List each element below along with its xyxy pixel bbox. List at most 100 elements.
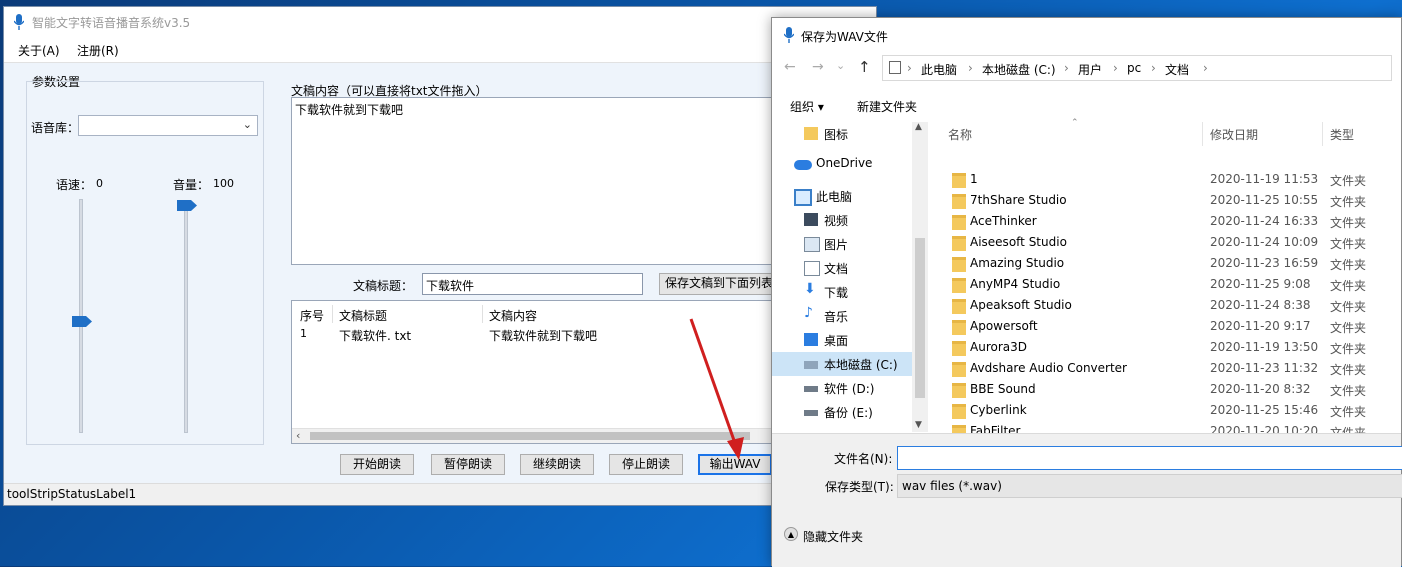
pause-read-button[interactable]: 暂停朗读 (431, 454, 505, 475)
dialog-title-bar[interactable]: 保存为WAV文件 (772, 18, 1401, 52)
stop-read-button[interactable]: 停止朗读 (609, 454, 683, 475)
breadcrumb-disk-c[interactable]: 本地磁盘 (C:) (982, 61, 1056, 78)
forward-arrow-icon[interactable]: → (812, 59, 824, 75)
list-item[interactable]: AnyMP4 Studio 2020-11-25 9:08 文件夹 (930, 274, 1402, 295)
breadcrumb-pc[interactable]: pc (1127, 61, 1141, 75)
resume-read-button[interactable]: 继续朗读 (520, 454, 594, 475)
doc-title-input[interactable]: 下载软件 (422, 273, 643, 295)
list-item[interactable]: Aurora3D 2020-11-19 13:50 文件夹 (930, 337, 1402, 358)
list-item[interactable]: Amazing Studio 2020-11-23 16:59 文件夹 (930, 253, 1402, 274)
list-item[interactable]: Avdshare Audio Converter 2020-11-23 11:32… (930, 358, 1402, 379)
file-name: Apeaksoft Studio (970, 298, 1072, 312)
nav-item-label: 桌面 (824, 334, 849, 348)
document-icon (804, 261, 820, 276)
col-header-type[interactable]: 类型 (1330, 126, 1354, 143)
folder-icon (952, 383, 966, 398)
voice-combo[interactable]: ⌄ (78, 115, 258, 136)
col-header-title[interactable]: 文稿标题 (339, 307, 387, 324)
organize-button[interactable]: 组织 ▾ (790, 98, 824, 115)
nav-item-documents[interactable]: 文档 (772, 256, 912, 280)
nav-item-downloads[interactable]: ⬇ 下载 (772, 280, 912, 304)
list-item[interactable]: BBE Sound 2020-11-20 8:32 文件夹 (930, 379, 1402, 400)
drive-icon (804, 410, 818, 416)
computer-icon (889, 61, 901, 74)
navigation-pane: 图标 OneDrive 此电脑 视频 图片 文档 ⬇ 下载 ♪ 音乐 桌面 本地磁盘… (772, 122, 928, 432)
list-item[interactable]: 1 2020-11-19 11:53 文件夹 (930, 169, 1402, 190)
new-folder-button[interactable]: 新建文件夹 (857, 98, 917, 115)
file-name: Aiseesoft Studio (970, 235, 1067, 249)
scroll-down-icon[interactable]: ▼ (915, 420, 922, 430)
breadcrumb-this-pc[interactable]: 此电脑 (921, 61, 957, 78)
table-row[interactable]: 1 下载软件. txt 下载软件就到下载吧 (292, 325, 780, 343)
folder-icon (952, 299, 966, 314)
filetype-select[interactable]: wav files (*.wav) (897, 474, 1402, 498)
drive-icon (804, 361, 818, 369)
nav-scrollbar[interactable]: ▲ ▼ (912, 122, 928, 432)
folder-icon (952, 404, 966, 419)
nav-item-label: 本地磁盘 (C:) (824, 358, 898, 372)
volume-slider-track[interactable] (184, 203, 188, 433)
nav-item-pictures[interactable]: 图片 (772, 232, 912, 256)
nav-item-onedrive[interactable]: OneDrive (772, 152, 912, 176)
file-type: 文件夹 (1330, 363, 1367, 377)
nav-item-music[interactable]: ♪ 音乐 (772, 304, 912, 328)
file-list: ⌃ 名称 修改日期 类型 1 2020-11-19 11:53 文件夹 7thShar… (930, 118, 1402, 433)
content-textarea[interactable]: 下载软件就到下载吧 (291, 97, 781, 265)
doc-list[interactable]: 序号 文稿标题 文稿内容 1 下载软件. txt 下载软件就到下载吧 ‹ (291, 300, 781, 444)
start-read-button[interactable]: 开始朗读 (340, 454, 414, 475)
menu-register[interactable]: 注册(R) (77, 42, 119, 59)
export-wav-button[interactable]: 输出WAV (698, 454, 772, 475)
breadcrumb-separator-icon: › (968, 61, 973, 75)
video-icon (804, 213, 818, 226)
file-name: AnyMP4 Studio (970, 277, 1061, 291)
menu-about[interactable]: 关于(A) (18, 42, 60, 59)
volume-value: 100 (213, 177, 234, 190)
breadcrumb-users[interactable]: 用户 (1078, 61, 1102, 78)
chevron-up-icon[interactable]: ▲ (784, 527, 798, 541)
file-date: 2020-11-23 16:59 (1210, 256, 1319, 270)
nav-item-disk-e[interactable]: 备份 (E:) (772, 400, 912, 424)
list-item[interactable]: Apeaksoft Studio 2020-11-24 8:38 文件夹 (930, 295, 1402, 316)
file-type: 文件夹 (1330, 384, 1367, 398)
file-type: 文件夹 (1330, 405, 1367, 419)
col-header-index[interactable]: 序号 (300, 307, 324, 324)
nav-item-icons[interactable]: 图标 (772, 122, 912, 146)
horizontal-scrollbar[interactable]: ‹ (292, 428, 780, 443)
scroll-left-icon[interactable]: ‹ (296, 429, 300, 442)
address-bar[interactable]: › 此电脑 › 本地磁盘 (C:) › 用户 › pc › 文档 › (882, 55, 1392, 81)
recent-chevron-icon[interactable]: ⌄ (836, 59, 845, 72)
back-arrow-icon[interactable]: ← (784, 59, 796, 75)
nav-item-label: 软件 (D:) (824, 382, 875, 396)
col-header-date[interactable]: 修改日期 (1210, 126, 1258, 143)
nav-item-label: 文档 (824, 262, 849, 276)
file-name: 7thShare Studio (970, 193, 1067, 207)
doc-title-value: 下载软件 (426, 279, 475, 293)
nav-item-disk-d[interactable]: 软件 (D:) (772, 376, 912, 400)
list-item[interactable]: AceThinker 2020-11-24 16:33 文件夹 (930, 211, 1402, 232)
list-item[interactable]: Cyberlink 2020-11-25 15:46 文件夹 (930, 400, 1402, 421)
breadcrumb-separator-icon: › (1113, 61, 1118, 75)
col-header-content[interactable]: 文稿内容 (489, 307, 537, 324)
folder-icon (952, 341, 966, 356)
up-arrow-icon[interactable]: ↑ (858, 58, 871, 76)
filename-input[interactable] (897, 446, 1402, 470)
col-header-name[interactable]: 名称 (948, 126, 972, 143)
nav-item-desktop[interactable]: 桌面 (772, 328, 912, 352)
nav-item-disk-c[interactable]: 本地磁盘 (C:) (772, 352, 912, 376)
save-to-list-button[interactable]: 保存文稿到下面列表 (659, 273, 779, 295)
drive-icon (804, 386, 818, 392)
list-item[interactable]: Aiseesoft Studio 2020-11-24 10:09 文件夹 (930, 232, 1402, 253)
computer-icon (794, 189, 812, 206)
list-item[interactable]: FabFilter 2020-11-20 10:20 文件夹 (930, 421, 1402, 433)
nav-item-videos[interactable]: 视频 (772, 208, 912, 232)
scroll-up-icon[interactable]: ▲ (915, 122, 922, 132)
nav-item-this-pc[interactable]: 此电脑 (772, 184, 912, 208)
list-item[interactable]: Apowersoft 2020-11-20 9:17 文件夹 (930, 316, 1402, 337)
title-bar[interactable]: 智能文字转语音播音系统v3.5 (4, 7, 876, 37)
folder-icon (952, 320, 966, 335)
scrollbar-thumb[interactable] (310, 432, 750, 440)
list-item[interactable]: 7thShare Studio 2020-11-25 10:55 文件夹 (930, 190, 1402, 211)
scrollbar-thumb[interactable] (915, 238, 925, 398)
hide-folders-toggle[interactable]: 隐藏文件夹 (803, 528, 863, 545)
breadcrumb-documents[interactable]: 文档 (1165, 61, 1189, 78)
